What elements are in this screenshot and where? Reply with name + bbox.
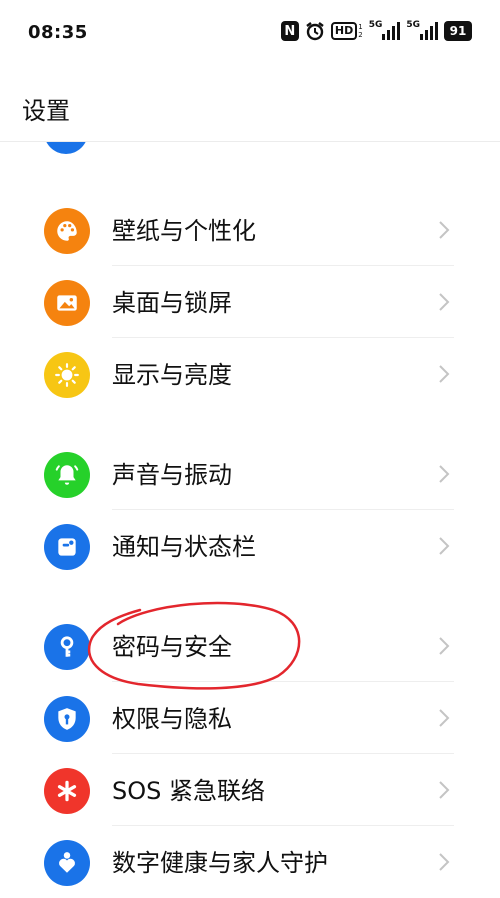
settings-item-sos[interactable]: SOS 紧急联络 [0,754,500,826]
chevron-right-icon [439,293,450,311]
settings-item-label: 权限与隐私 [112,705,232,733]
chevron-right-icon [439,709,450,727]
nfc-icon: N [280,21,299,41]
settings-item-privacy[interactable]: 权限与隐私 [0,682,500,754]
settings-item-label: SOS 紧急联络 [112,777,265,805]
settings-item-password-security[interactable]: 密码与安全 [0,610,500,682]
hd-icon: HD 12 [330,22,363,40]
sun-icon [44,352,90,398]
image-icon [44,280,90,326]
status-time: 08:35 [28,22,88,43]
page-title: 设置 [22,97,70,125]
settings-item-label: 声音与振动 [112,461,232,489]
battery-icon: 91 [444,21,472,41]
settings-item-digital-wellbeing[interactable]: 数字健康与家人守护 [0,826,500,898]
settings-item-label: 数字健康与家人守护 [112,849,328,877]
settings-item-sound[interactable]: 声音与振动 [0,438,500,510]
family-icon [44,840,90,886]
bell-icon [44,452,90,498]
header-divider [0,141,500,142]
settings-item-wallpaper[interactable]: 壁纸与个性化 [0,194,500,266]
asterisk-icon [44,768,90,814]
status-bar: 08:35 N HD 12 5G 5G 91 [0,0,500,64]
key-icon [44,624,90,670]
signal-icon: 5G [406,21,438,40]
signal-icon: 5G [369,21,401,40]
chevron-right-icon [439,365,450,383]
palette-icon [44,208,90,254]
shield-icon [44,696,90,742]
settings-header: 设置 [0,64,500,142]
settings-item-label: 桌面与锁屏 [112,289,232,317]
settings-item-label: 壁纸与个性化 [112,217,256,245]
chevron-right-icon [439,465,450,483]
settings-item-home-lock[interactable]: 桌面与锁屏 [0,266,500,338]
notification-icon [44,524,90,570]
status-icons: N HD 12 5G 5G 91 [280,21,472,41]
settings-item-label: 通知与状态栏 [112,533,256,561]
settings-item-label: 密码与安全 [112,633,232,661]
settings-item-display[interactable]: 显示与亮度 [0,338,500,410]
chevron-right-icon [439,221,450,239]
settings-item-label: 显示与亮度 [112,361,232,389]
alarm-icon [305,21,325,41]
chevron-right-icon [439,637,450,655]
chevron-right-icon [439,781,450,799]
chevron-right-icon [439,537,450,555]
settings-item-notifications[interactable]: 通知与状态栏 [0,510,500,582]
chevron-right-icon [439,853,450,871]
